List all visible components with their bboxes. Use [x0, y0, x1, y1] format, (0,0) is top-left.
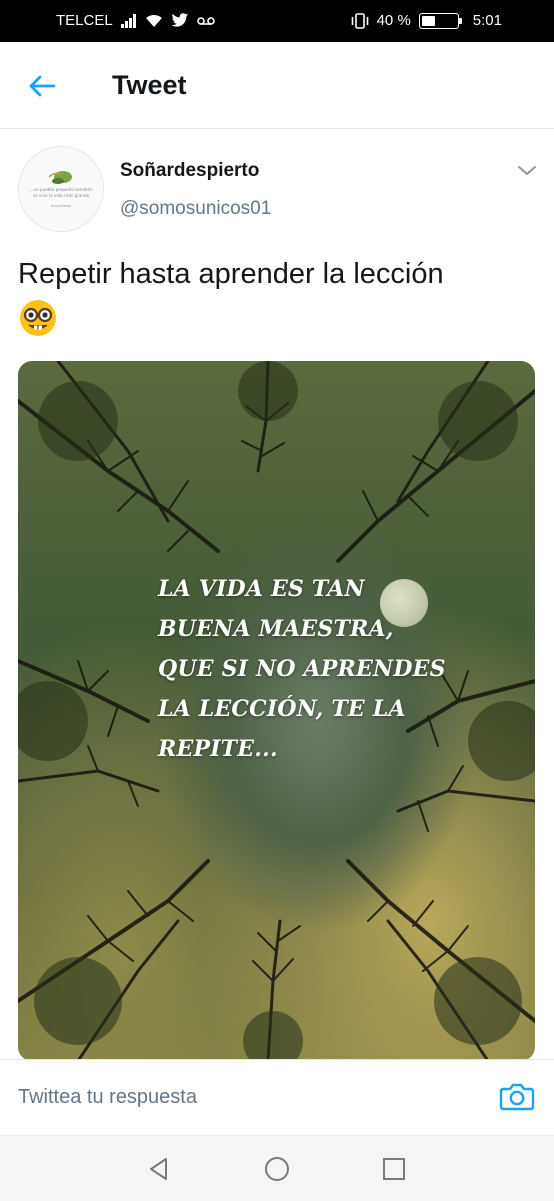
quote-line: REPITE... — [158, 736, 278, 762]
status-bar: TELCEL 40 % 5:01 — [0, 0, 554, 42]
chevron-down-icon — [518, 166, 536, 175]
image-quote-text: LA VIDA ES TAN BUENA MAESTRA, QUE SI NO … — [158, 569, 478, 769]
quote-line: LA VIDA ES TAN — [158, 576, 365, 602]
camera-icon — [499, 1083, 535, 1111]
user-handle[interactable]: @somosunicos01 — [120, 198, 271, 220]
avatar-caption-1: ...un pueblo pequeño también — [29, 187, 93, 192]
tweet-text-content: Repetir hasta aprender la lección — [18, 258, 444, 290]
page-title: Tweet — [112, 70, 187, 100]
system-nav-bar — [0, 1135, 554, 1201]
nav-back-icon — [150, 1158, 167, 1180]
tweet-media-image[interactable]: LA VIDA ES TAN BUENA MAESTRA, QUE SI NO … — [18, 361, 535, 1061]
reply-bar: Twittea tu respuesta — [0, 1059, 554, 1136]
clock: 5:01 — [472, 12, 502, 29]
camera-button[interactable] — [498, 1078, 536, 1116]
twitter-bird-icon — [171, 13, 189, 28]
signal-icon — [120, 13, 137, 28]
quote-line: LA LECCIÓN, TE LA — [158, 696, 406, 722]
top-app-bar: Tweet — [0, 42, 554, 129]
tweet-text: Repetir hasta aprender la lección — [18, 254, 538, 338]
tweet-menu-button[interactable] — [516, 160, 538, 180]
avatar[interactable]: ...un pueblo pequeño también se vive la … — [18, 146, 104, 232]
nav-home-button[interactable] — [264, 1156, 290, 1182]
nav-home-icon — [265, 1157, 289, 1181]
nav-back-button[interactable] — [146, 1156, 172, 1182]
reply-input[interactable]: Twittea tu respuesta — [18, 1086, 197, 1109]
quote-line: QUE SI NO APRENDES — [158, 656, 446, 682]
avatar-caption-2: se vive la vida más grande — [33, 193, 90, 198]
avatar-image: ...un pueblo pequeño también se vive la … — [19, 147, 103, 231]
battery-percent: 40 % — [376, 12, 411, 29]
quote-line: BUENA MAESTRA, — [158, 616, 394, 642]
wifi-icon — [145, 14, 163, 28]
avatar-signature: #soyfelizasi — [51, 204, 71, 208]
nav-recents-button[interactable] — [381, 1156, 407, 1182]
back-button[interactable] — [22, 68, 62, 104]
carrier-label: TELCEL — [56, 12, 113, 29]
vibrate-icon — [351, 12, 369, 29]
nerd-face-emoji — [18, 298, 58, 338]
voicemail-icon — [196, 16, 215, 26]
display-name[interactable]: Soñardespierto — [120, 160, 259, 182]
battery-icon — [418, 12, 462, 29]
nav-recents-icon — [383, 1158, 405, 1180]
arrow-left-icon — [29, 75, 56, 97]
